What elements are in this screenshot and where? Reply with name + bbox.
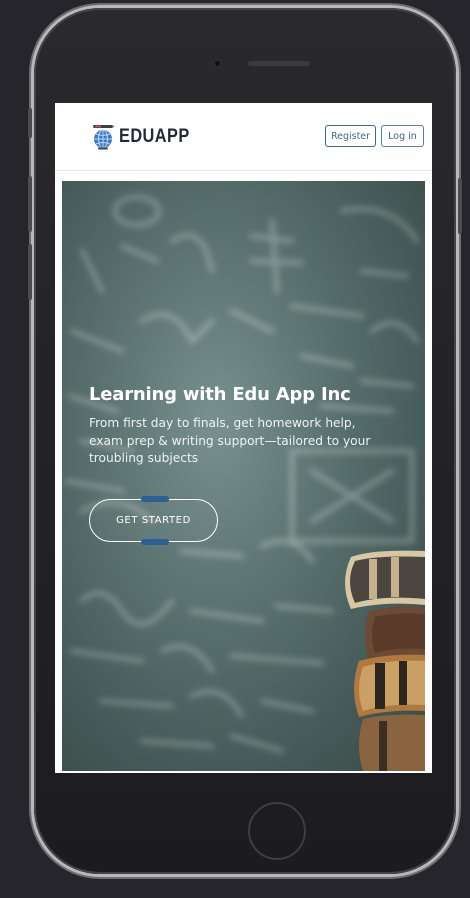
navbar: EDUAPP Register Log in [55, 103, 432, 171]
get-started-label: GET STARTED [116, 515, 191, 526]
hero-subtitle: From first day to finals, get homework h… [89, 416, 371, 465]
cta-top-marker [141, 496, 169, 502]
book-stack-image [345, 550, 425, 771]
phone-camera [213, 59, 222, 68]
login-button[interactable]: Log in [381, 125, 424, 147]
hero-title: Learning with Edu App Inc [89, 384, 351, 405]
phone-volume-down-button [28, 244, 32, 300]
phone-power-button [458, 178, 462, 234]
phone-silent-switch [28, 108, 32, 138]
register-button[interactable]: Register [325, 125, 376, 147]
globe-with-pencil-icon [93, 125, 115, 150]
logo[interactable]: EDUAPP [91, 123, 201, 151]
logo-text: EDUAPP [119, 126, 190, 147]
phone-home-button[interactable] [248, 802, 306, 860]
cta-bottom-marker [141, 539, 169, 545]
phone-speaker [248, 61, 310, 66]
phone-volume-up-button [28, 176, 32, 232]
screen: EDUAPP Register Log in Learning with Edu… [55, 103, 432, 773]
get-started-button[interactable]: GET STARTED [89, 496, 218, 545]
hero-section: Learning with Edu App Inc From first day… [62, 181, 425, 771]
